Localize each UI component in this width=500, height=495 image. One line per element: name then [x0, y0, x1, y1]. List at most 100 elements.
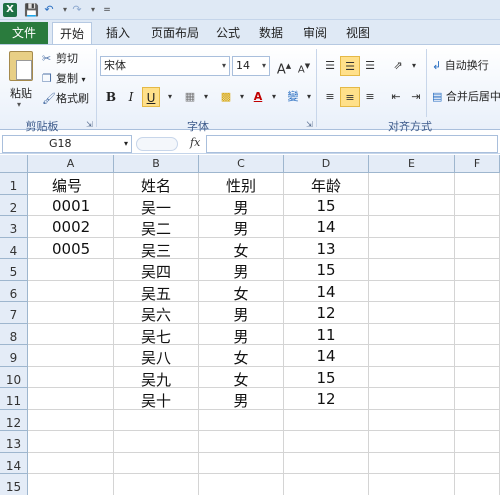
cell-a6[interactable]	[28, 280, 114, 302]
border-dropdown-icon[interactable]: ▾	[196, 87, 216, 107]
cell-a9[interactable]	[28, 345, 114, 367]
cell-c9[interactable]: 女	[199, 345, 284, 367]
cell-d13[interactable]	[284, 431, 369, 453]
cell-d4[interactable]: 13	[284, 237, 369, 259]
tab-data[interactable]: 数据	[253, 22, 289, 44]
clipboard-launcher-icon[interactable]: ⇲	[86, 120, 93, 129]
merge-center-button[interactable]: ▤ 合并后居中	[432, 88, 500, 106]
cell-e10[interactable]	[369, 366, 455, 388]
cell-b7[interactable]: 吴六	[114, 302, 199, 324]
cell-d1[interactable]: 年龄	[284, 173, 369, 195]
cell-f10[interactable]	[455, 366, 500, 388]
cell-b5[interactable]: 吴四	[114, 259, 199, 281]
insert-function-button[interactable]: fx	[190, 136, 200, 149]
cell-a3[interactable]: 0002	[28, 216, 114, 238]
cell-e2[interactable]	[369, 194, 455, 216]
underline-button[interactable]: U	[142, 87, 160, 107]
cell-d15[interactable]	[284, 474, 369, 495]
wrap-text-button[interactable]: ↲ 自动换行	[432, 57, 500, 75]
cell-e9[interactable]	[369, 345, 455, 367]
cell-a1[interactable]: 编号	[28, 173, 114, 195]
cell-f1[interactable]	[455, 173, 500, 195]
cell-f15[interactable]	[455, 474, 500, 495]
formula-input[interactable]	[206, 135, 498, 153]
cell-b8[interactable]: 吴七	[114, 323, 199, 346]
cell-c15[interactable]	[199, 474, 284, 495]
cell-e4[interactable]	[369, 237, 455, 259]
excel-app-icon[interactable]: X	[3, 3, 17, 17]
cell-a12[interactable]	[28, 409, 114, 431]
copy-dropdown-icon[interactable]: ▾	[82, 75, 86, 84]
font-name-select[interactable]: 宋体 ▾	[100, 56, 230, 76]
cell-f12[interactable]	[455, 409, 500, 431]
row-header-13[interactable]: 13	[0, 431, 28, 453]
cell-b14[interactable]	[114, 452, 199, 474]
cell-c4[interactable]: 女	[199, 237, 284, 260]
cell-f6[interactable]	[455, 280, 500, 302]
paste-button[interactable]: 粘贴	[10, 85, 32, 101]
formula-bar-divider[interactable]	[136, 137, 178, 151]
cell-b13[interactable]	[114, 431, 199, 453]
cell-c3[interactable]: 男	[199, 216, 284, 238]
tab-view[interactable]: 视图	[340, 22, 376, 44]
undo-icon[interactable]: ↶	[42, 3, 56, 17]
tab-file[interactable]: 文件	[0, 22, 48, 44]
cell-f4[interactable]	[455, 237, 500, 259]
cell-b15[interactable]	[114, 474, 199, 495]
cell-b6[interactable]: 吴五	[114, 280, 199, 303]
row-header-15[interactable]: 15	[0, 474, 28, 495]
cell-f14[interactable]	[455, 452, 500, 474]
cell-d6[interactable]: 14	[284, 280, 369, 302]
cell-e15[interactable]	[369, 474, 455, 495]
cell-e11[interactable]	[369, 388, 455, 410]
format-painter-button[interactable]: 🖌格式刷	[42, 91, 89, 107]
cell-d3[interactable]: 14	[284, 216, 369, 238]
row-header-5[interactable]: 5	[0, 259, 28, 281]
cell-e13[interactable]	[369, 431, 455, 453]
font-size-select[interactable]: 14 ▾	[232, 56, 270, 76]
cell-e12[interactable]	[369, 409, 455, 431]
row-header-11[interactable]: 11	[0, 388, 28, 410]
cell-e3[interactable]	[369, 216, 455, 238]
cell-d14[interactable]	[284, 452, 369, 474]
tab-page-layout[interactable]: 页面布局	[145, 22, 205, 44]
cell-a15[interactable]	[28, 474, 114, 495]
cell-c7[interactable]: 男	[199, 302, 284, 324]
customize-toolbar-icon[interactable]: =	[100, 3, 114, 17]
cell-c5[interactable]: 男	[199, 259, 284, 281]
increase-indent-icon[interactable]: ⇥	[406, 87, 426, 107]
select-all-corner[interactable]	[0, 155, 28, 173]
font-launcher-icon[interactable]: ⇲	[306, 120, 313, 129]
redo-icon[interactable]: ↷	[70, 3, 84, 17]
cell-b11[interactable]: 吴十	[114, 388, 199, 410]
cell-b3[interactable]: 吴二	[114, 216, 199, 238]
tab-formulas[interactable]: 公式	[210, 22, 246, 44]
cell-b9[interactable]: 吴八	[114, 345, 199, 367]
align-right-icon[interactable]: ≡	[360, 87, 380, 107]
cell-c10[interactable]: 女	[199, 366, 284, 389]
copy-button[interactable]: ❐ 复制 ▾	[42, 71, 86, 87]
row-header-4[interactable]: 4	[0, 237, 28, 259]
name-box[interactable]: G18 ▾	[2, 135, 132, 153]
column-header-c[interactable]: C	[199, 155, 284, 173]
cell-a4[interactable]: 0005	[28, 237, 114, 259]
cell-a11[interactable]	[28, 388, 114, 410]
row-header-6[interactable]: 6	[0, 280, 28, 302]
cut-button[interactable]: ✂ 剪切	[42, 51, 78, 67]
column-header-f[interactable]: F	[455, 155, 500, 173]
cell-c2[interactable]: 男	[199, 194, 284, 217]
underline-dropdown-icon[interactable]: ▾	[160, 87, 180, 107]
row-header-1[interactable]: 1	[0, 173, 28, 195]
cell-f2[interactable]	[455, 194, 500, 216]
row-header-2[interactable]: 2	[0, 194, 28, 216]
cell-d9[interactable]: 14	[284, 345, 369, 367]
italic-button[interactable]: I	[122, 87, 140, 107]
redo-dropdown-icon[interactable]: ▾	[86, 3, 100, 17]
font-color-dropdown-icon[interactable]: ▾	[264, 87, 284, 107]
cell-c11[interactable]: 男	[199, 388, 284, 410]
tab-review[interactable]: 审阅	[297, 22, 333, 44]
row-header-8[interactable]: 8	[0, 323, 28, 345]
cell-f13[interactable]	[455, 431, 500, 453]
cell-f8[interactable]	[455, 323, 500, 345]
cell-c8[interactable]: 男	[199, 323, 284, 346]
